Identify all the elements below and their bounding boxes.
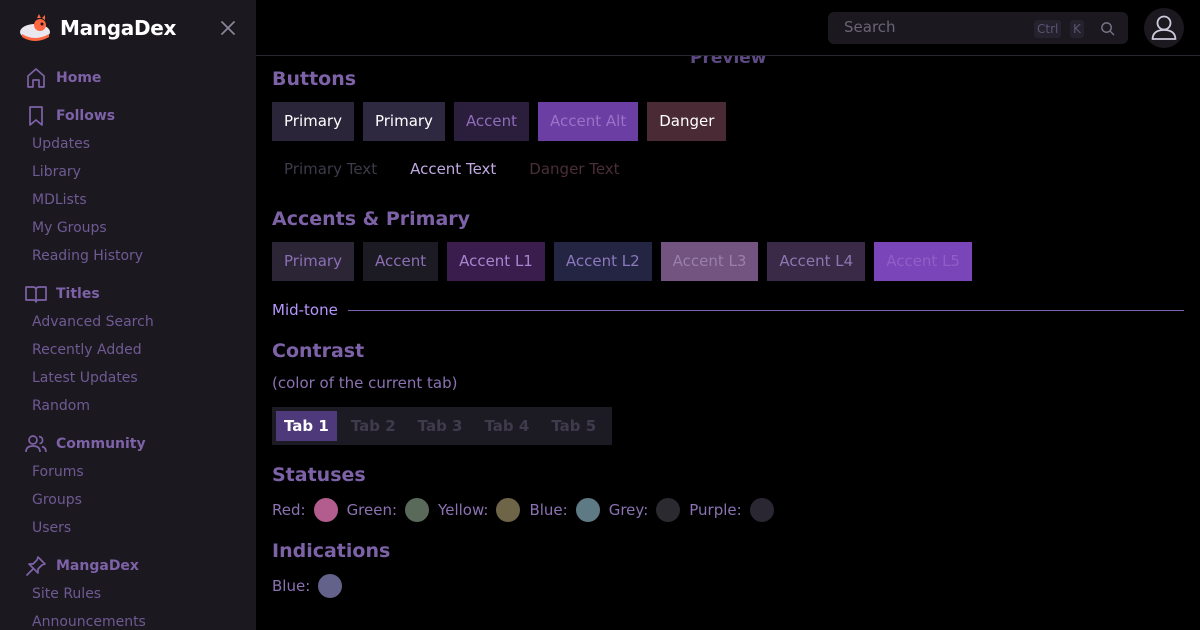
book-open-icon: [25, 286, 47, 303]
tab-4[interactable]: Tab 4: [476, 411, 537, 441]
accent-swatch-primary[interactable]: Primary: [272, 242, 354, 281]
indications-row: Blue:: [272, 573, 351, 599]
sidebar-link-groups[interactable]: Groups: [0, 486, 256, 514]
statuses-row: Red: Green: Yellow: Blue: Grey: Purple:: [272, 497, 783, 523]
tab-2[interactable]: Tab 2: [343, 411, 404, 441]
close-icon: [221, 21, 235, 35]
sidebar-link-library[interactable]: Library: [0, 158, 256, 186]
sidebar-item-label: Follows: [56, 108, 116, 124]
sidebar-link-mdlists[interactable]: MDLists: [0, 186, 256, 214]
status-dot-red: [313, 498, 338, 522]
topbar: Search Ctrl K: [256, 0, 1200, 56]
accent-button[interactable]: Accent: [453, 102, 530, 141]
contrast-note: (color of the current tab): [272, 374, 458, 392]
sidebar-link-random[interactable]: Random: [0, 392, 256, 420]
search-icon[interactable]: [1100, 21, 1115, 36]
accent-swatch-l1[interactable]: Accent L1: [447, 242, 545, 281]
text-buttons-row: Primary Text Accent Text Danger Text: [272, 160, 641, 178]
sidebar-link-my-groups[interactable]: My Groups: [0, 214, 256, 242]
sidebar-item-home[interactable]: Home: [0, 64, 256, 92]
midtone-divider: Mid-tone: [272, 300, 1184, 320]
sidebar-item-label: Community: [56, 436, 146, 452]
bookmark-icon: [29, 106, 43, 126]
shortcut-ctrl-key: Ctrl: [1034, 20, 1062, 38]
accent-swatch-accent[interactable]: Accent: [362, 242, 439, 281]
search-input[interactable]: Search Ctrl K: [828, 12, 1128, 44]
accent-swatch-l3[interactable]: Accent L3: [660, 242, 759, 281]
sidebar-item-label: Home: [56, 70, 102, 86]
accent-alt-button[interactable]: Accent Alt: [538, 102, 639, 141]
indication-label-blue: Blue:: [272, 577, 311, 595]
status-dot-grey: [656, 498, 681, 522]
sidebar-link-latest-updates[interactable]: Latest Updates: [0, 364, 256, 392]
sidebar-link-advanced-search[interactable]: Advanced Search: [0, 308, 256, 336]
sidebar-item-follows[interactable]: Follows: [0, 102, 256, 130]
sidebar-item-community[interactable]: Community: [0, 430, 256, 458]
tab-bar: Tab 1 Tab 2 Tab 3 Tab 4 Tab 5: [272, 407, 613, 445]
theme-preview: Preview Buttons Primary Primary Accent A…: [272, 56, 1184, 630]
sidebar-item-titles[interactable]: Titles: [0, 280, 256, 308]
sidebar-item-label: MangaDex: [56, 558, 139, 574]
sidebar-link-recently-added[interactable]: Recently Added: [0, 336, 256, 364]
home-icon: [27, 68, 45, 88]
status-label-red: Red:: [272, 501, 306, 519]
sidebar: MangaDex Home Follows Updates Library MD…: [0, 0, 256, 630]
pin-icon: [26, 556, 46, 576]
brand-name: MangaDex: [60, 16, 177, 40]
sidebar-link-site-rules[interactable]: Site Rules: [0, 580, 256, 608]
accent-swatch-l4[interactable]: Accent L4: [767, 242, 866, 281]
user-avatar-button[interactable]: [1144, 8, 1184, 48]
statuses-heading: Statuses: [272, 464, 366, 486]
status-label-blue: Blue:: [529, 501, 568, 519]
user-icon: [1151, 15, 1177, 40]
accent-swatch-l2[interactable]: Accent L2: [553, 242, 652, 281]
indications-heading: Indications: [272, 540, 391, 562]
status-dot-purple: [749, 498, 774, 522]
search-placeholder: Search: [844, 18, 896, 36]
status-dot-yellow: [496, 498, 521, 522]
status-label-purple: Purple:: [689, 501, 742, 519]
accent-text-button[interactable]: Accent Text: [398, 160, 508, 178]
sidebar-item-label: Titles: [56, 286, 100, 302]
sidebar-link-updates[interactable]: Updates: [0, 130, 256, 158]
tab-3[interactable]: Tab 3: [410, 411, 471, 441]
buttons-heading: Buttons: [272, 68, 357, 90]
indication-dot-blue: [318, 574, 343, 598]
shortcut-k-key: K: [1070, 20, 1084, 38]
sidebar-link-reading-history[interactable]: Reading History: [0, 242, 256, 270]
status-dot-blue: [575, 498, 600, 522]
sidebar-link-forums[interactable]: Forums: [0, 458, 256, 486]
accents-heading: Accents & Primary: [272, 208, 471, 230]
primary-button-alt[interactable]: Primary: [362, 102, 445, 141]
sidebar-link-announcements[interactable]: Announcements: [0, 608, 256, 630]
status-dot-green: [405, 498, 430, 522]
preview-heading: Preview: [690, 56, 767, 68]
contrast-heading: Contrast: [272, 340, 365, 362]
status-label-grey: Grey:: [608, 501, 649, 519]
buttons-row: Primary Primary Accent Accent Alt Danger: [272, 102, 735, 141]
users-icon: [25, 435, 47, 453]
tab-1[interactable]: Tab 1: [276, 411, 337, 441]
sidebar-link-users[interactable]: Users: [0, 514, 256, 542]
midtone-label: Mid-tone: [272, 301, 338, 319]
primary-button[interactable]: Primary: [272, 102, 354, 141]
sidebar-item-mangadex[interactable]: MangaDex: [0, 552, 256, 580]
primary-text-button[interactable]: Primary Text: [272, 160, 389, 178]
danger-text-button[interactable]: Danger Text: [517, 160, 631, 178]
danger-button[interactable]: Danger: [647, 102, 727, 141]
accents-row: Primary Accent Accent L1 Accent L2 Accen…: [272, 242, 981, 281]
close-sidebar-button[interactable]: [218, 18, 238, 38]
status-label-green: Green:: [346, 501, 398, 519]
midtone-line: [347, 309, 1184, 311]
sidebar-nav: Home Follows Updates Library MDLists My …: [0, 64, 256, 630]
mangadex-logo-icon: [20, 14, 50, 41]
tab-5[interactable]: Tab 5: [543, 411, 604, 441]
brand[interactable]: MangaDex: [18, 12, 176, 44]
status-label-yellow: Yellow:: [438, 501, 489, 519]
accent-swatch-l5[interactable]: Accent L5: [874, 242, 972, 281]
